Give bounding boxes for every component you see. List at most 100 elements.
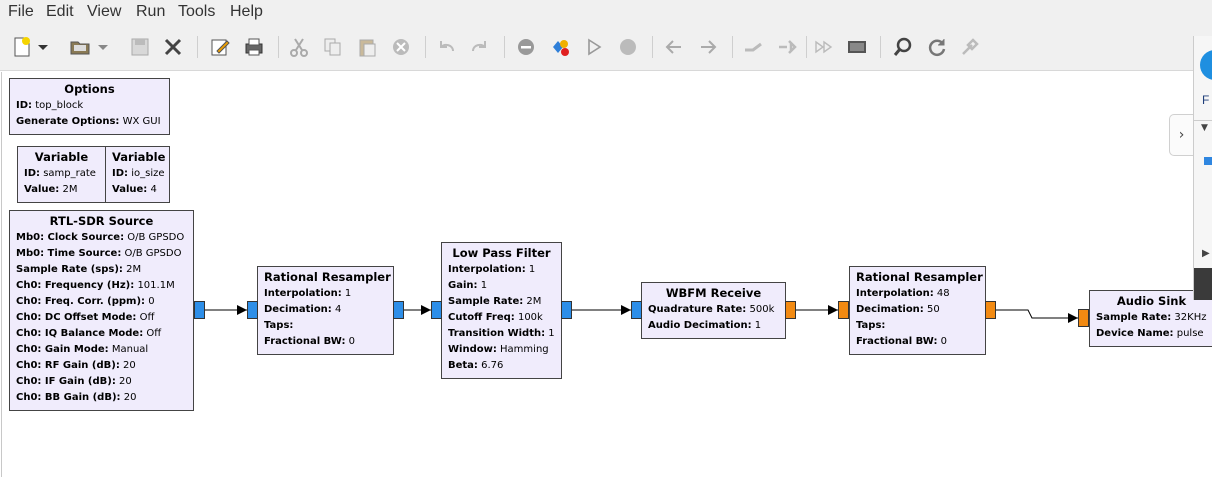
divider [1194,120,1212,121]
side-panel-label: F [1202,93,1210,107]
enable-icon[interactable] [742,35,766,59]
menu-help[interactable]: Help [230,3,263,21]
rotate-right-icon[interactable] [696,35,720,59]
disable-icon[interactable] [514,35,538,59]
rational-resampler-2-output-port[interactable] [985,301,996,319]
rational-resampler-block-2[interactable]: Rational Resampler Interpolation: 48 Dec… [849,266,986,355]
low-pass-filter-block[interactable]: Low Pass Filter Interpolation: 1 Gain: 1… [441,242,562,379]
block-param: Ch0: IQ Balance Mode: Off [16,328,162,339]
audio-sink-input-port[interactable] [1078,309,1089,327]
low-pass-filter-input-port[interactable] [431,301,442,319]
toolbar-separator [197,36,198,58]
block-param: Interpolation: 48 [856,288,950,299]
save-icon[interactable] [128,35,152,59]
menu-tools[interactable]: Tools [178,3,215,21]
stop-icon[interactable] [616,35,640,59]
toolbar-separator [425,36,426,58]
block-param: Ch0: Gain Mode: Manual [16,344,149,355]
block-param: Transition Width: 1 [448,328,555,339]
block-param: Taps: [856,320,886,331]
block-title: Audio Sink [1116,294,1187,308]
menu-run[interactable]: Run [136,3,165,21]
block-title: Variable [34,150,89,164]
block-param: ID: top_block [16,100,84,111]
block-param: Audio Decimation: 1 [648,320,762,331]
block-param: ID: samp_rate [24,168,96,179]
bypass-icon[interactable] [776,35,800,59]
rational-resampler-1-input-port[interactable] [247,301,258,319]
block-param: Device Name: pulse [1096,328,1204,339]
block-param: Gain: 1 [448,280,488,291]
rtl-sdr-output-port[interactable] [194,301,205,319]
block-param: Interpolation: 1 [448,264,536,275]
menu-view[interactable]: View [87,3,121,21]
block-param: Ch0: IF Gain (dB): 20 [16,376,132,387]
new-file-icon[interactable] [10,35,34,59]
block-param: Beta: 6.76 [448,360,504,371]
block-title: Rational Resampler [264,270,391,284]
block-param: Taps: [264,320,294,331]
block-param: Generate Options: WX GUI [16,116,161,127]
block-param: Window: Hamming [448,344,549,355]
caret-right-icon[interactable]: ▶ [1202,248,1210,259]
find-icon[interactable] [891,35,915,59]
wbfm-receive-block[interactable]: WBFM Receive Quadrature Rate: 500k Audio… [641,282,786,339]
screenshot-icon[interactable] [845,35,869,59]
block-param: Interpolation: 1 [264,288,352,299]
rational-resampler-2-input-port[interactable] [838,301,849,319]
variable-block-samp-rate[interactable]: Variable ID: samp_rate Value: 2M [17,146,106,203]
low-pass-filter-output-port[interactable] [561,301,572,319]
block-param: Sample Rate (sps): 2M [16,264,142,275]
cut-icon[interactable] [287,35,311,59]
block-param: Fractional BW: 0 [856,336,948,347]
copy-icon[interactable] [321,35,345,59]
panel-toggle-button[interactable]: › [1169,114,1193,156]
menu-file[interactable]: File [8,3,34,21]
toolbar-separator [880,36,881,58]
rational-resampler-block-1[interactable]: Rational Resampler Interpolation: 1 Deci… [257,266,394,355]
block-param: Mb0: Time Source: O/B GPSDO [16,248,182,259]
forward-icon[interactable] [812,35,836,59]
block-param: Sample Rate: 32KHz [1096,312,1207,323]
menu-bar: File Edit View Run Tools Help [0,0,1212,26]
block-param: Ch0: RF Gain (dB): 20 [16,360,136,371]
app-logo-icon [1200,50,1212,80]
print-icon[interactable] [242,35,266,59]
open-folder-icon[interactable] [68,35,92,59]
wbfm-receive-output-port[interactable] [785,301,796,319]
rotate-left-icon[interactable] [662,35,686,59]
options-block[interactable]: Options ID: top_block Generate Options: … [9,78,170,135]
block-title: WBFM Receive [665,286,762,300]
side-panel: F ▼ ▶ [1193,36,1212,300]
paste-icon[interactable] [355,35,379,59]
rational-resampler-1-output-port[interactable] [393,301,404,319]
toolbar-separator [732,36,733,58]
block-title: Variable [112,150,166,164]
edit-properties-icon[interactable] [208,35,232,59]
rtl-sdr-source-block[interactable]: RTL-SDR Source Mb0: Clock Source: O/B GP… [9,210,194,411]
block-param: Sample Rate: 2M [448,296,542,307]
delete-icon[interactable] [389,35,413,59]
variable-block-io-size[interactable]: Variable ID: io_size Value: 4 [105,146,170,203]
block-param: Ch0: DC Offset Mode: Off [16,312,155,323]
wbfm-receive-input-port[interactable] [631,301,642,319]
block-param: Value: 4 [112,184,157,195]
toolbar-separator [278,36,279,58]
folder-icon [1204,157,1212,165]
block-title: Low Pass Filter [452,246,551,260]
redo-icon[interactable] [468,35,492,59]
toolbar [0,26,1212,71]
caret-down-icon[interactable]: ▼ [1201,123,1208,133]
kill-icon[interactable] [548,35,572,59]
block-title: Options [64,82,115,96]
tools-icon[interactable] [958,35,982,59]
toolbar-separator [652,36,653,58]
chevron-down-icon[interactable] [36,35,50,59]
execute-icon[interactable] [582,35,606,59]
menu-edit[interactable]: Edit [46,3,74,21]
undo-icon[interactable] [434,35,458,59]
toolbar-separator [504,36,505,58]
chevron-down-icon[interactable] [96,35,110,59]
reload-icon[interactable] [925,35,949,59]
close-icon[interactable] [161,35,185,59]
